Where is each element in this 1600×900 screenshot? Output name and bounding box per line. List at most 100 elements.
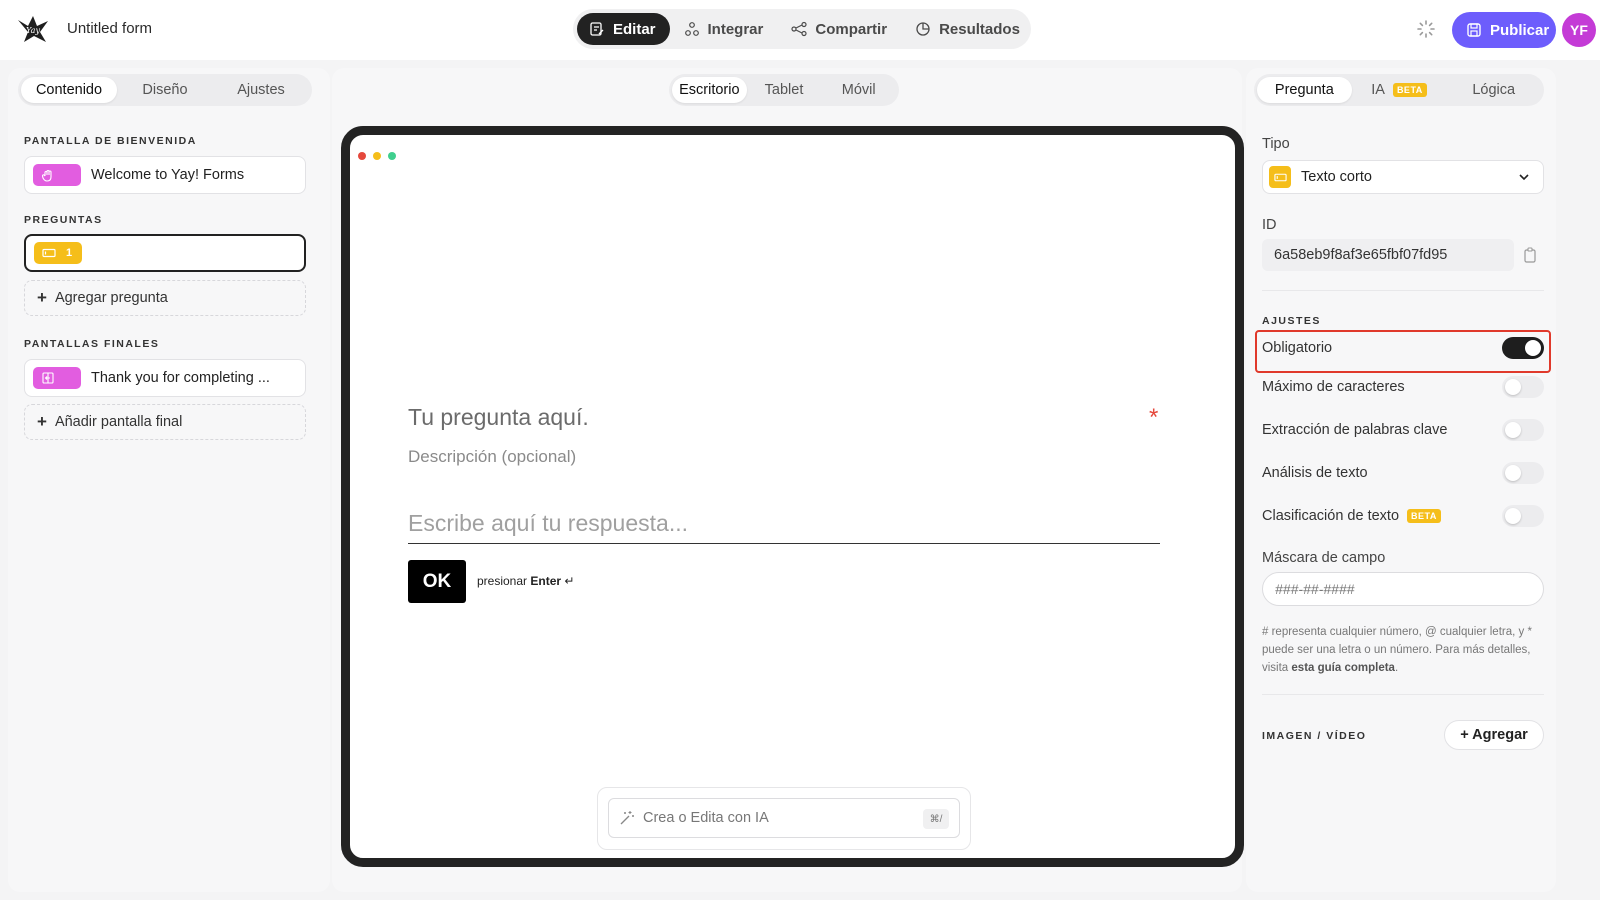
settings-section-label: AJUSTES (1262, 315, 1321, 327)
question-id-field[interactable]: 6a58eb9f8af3e65fbf07fd95 (1262, 239, 1514, 271)
media-section-label: IMAGEN / VÍDEO (1262, 730, 1367, 742)
field-mask-help: # representa cualquier número, @ cualqui… (1262, 623, 1544, 677)
enter-hint: presionar Enter ↵ (477, 574, 574, 588)
enter-return-icon: ↵ (564, 574, 575, 588)
tab-movil[interactable]: Móvil (821, 77, 896, 103)
save-icon (1467, 23, 1481, 37)
loading-spinner-icon (1417, 20, 1435, 38)
question-number: 1 (66, 247, 73, 259)
endings-section-label: PANTALLAS FINALES (24, 338, 160, 350)
ending-screen-item[interactable]: Thank you for completing ... (24, 359, 306, 397)
device-frame (341, 126, 1244, 867)
keywords-toggle[interactable] (1502, 419, 1544, 441)
tab-tablet[interactable]: Tablet (747, 77, 822, 103)
copy-icon[interactable] (1521, 246, 1539, 264)
toggle-row-keywords: Extracción de palabras clave (1262, 416, 1544, 444)
toggle-row-text-analysis: Análisis de texto (1262, 459, 1544, 487)
toggle-row-text-classification: Clasificación de texto BETA (1262, 502, 1544, 530)
help-text-end: . (1394, 662, 1399, 674)
welcome-item-label: Welcome to Yay! Forms (91, 167, 245, 183)
type-label: Tipo (1262, 136, 1290, 152)
ai-prompt-placeholder: Crea o Edita con IA (643, 810, 769, 826)
welcome-screen-item[interactable]: Welcome to Yay! Forms (24, 156, 306, 194)
left-panel-tabs: Contenido Diseño Ajustes (18, 74, 312, 106)
ai-prompt-input[interactable]: Crea o Edita con IA ⌘/ (608, 798, 960, 838)
mode-share-button[interactable]: Compartir (779, 13, 901, 45)
question-description[interactable]: Descripción (opcional) (408, 447, 576, 467)
question-type-select[interactable]: Texto corto (1262, 160, 1544, 194)
mode-integrate-button[interactable]: Integrar (672, 13, 778, 45)
yay-forms-logo[interactable]: Yay (16, 12, 50, 46)
short-text-icon (1269, 166, 1291, 188)
tab-ia-label: IA (1371, 82, 1385, 98)
right-panel-tabs: Pregunta IA BETA Lógica (1254, 74, 1544, 106)
question-title[interactable]: Tu pregunta aquí. (408, 404, 589, 431)
user-avatar[interactable]: YF (1562, 13, 1596, 47)
question-type-value: Texto corto (1301, 169, 1372, 185)
exit-door-icon (42, 372, 54, 384)
text-analysis-label: Análisis de texto (1262, 465, 1368, 481)
top-bar: Yay Untitled form Editar Integrar Compar… (0, 0, 1600, 60)
window-dot-red (358, 152, 366, 160)
results-icon (916, 22, 930, 36)
device-tabs: Escritorio Tablet Móvil (669, 74, 899, 106)
divider (1262, 290, 1544, 291)
toggle-row-max-chars: Máximo de caracteres (1262, 373, 1544, 401)
chevron-down-icon (1519, 174, 1529, 181)
mode-integrate-label: Integrar (707, 20, 764, 38)
magic-wand-icon (620, 811, 634, 825)
share-icon (791, 21, 807, 37)
tab-escritorio[interactable]: Escritorio (672, 77, 747, 103)
required-toggle[interactable] (1502, 337, 1544, 359)
ending-item-label: Thank you for completing ... (91, 370, 270, 386)
tab-contenido[interactable]: Contenido (21, 77, 117, 103)
tab-pregunta[interactable]: Pregunta (1257, 77, 1352, 103)
required-asterisk: * (1149, 404, 1159, 431)
mode-share-label: Compartir (815, 20, 888, 38)
plus-icon: + (37, 412, 47, 431)
tab-diseno[interactable]: Diseño (117, 77, 213, 103)
divider (1262, 694, 1544, 695)
add-media-button[interactable]: + Agregar (1444, 720, 1544, 750)
text-classification-toggle[interactable] (1502, 505, 1544, 527)
welcome-chip (33, 164, 81, 186)
answer-input[interactable]: Escribe aquí tu respuesta... (408, 506, 1160, 544)
question-item-1[interactable]: 1 (24, 234, 306, 272)
tab-ajustes[interactable]: Ajustes (213, 77, 309, 103)
add-ending-button[interactable]: + Añadir pantalla final (24, 404, 306, 440)
publish-button[interactable]: Publicar (1452, 12, 1556, 48)
text-analysis-toggle[interactable] (1502, 462, 1544, 484)
tab-ia[interactable]: IA BETA (1352, 77, 1447, 103)
help-guide-link[interactable]: esta guía completa (1291, 662, 1395, 674)
svg-text:Yay: Yay (26, 26, 40, 35)
form-title[interactable]: Untitled form (67, 20, 152, 37)
beta-badge: BETA (1392, 83, 1427, 97)
enter-hint-prefix: presionar (477, 574, 528, 588)
window-dot-green (388, 152, 396, 160)
max-chars-toggle[interactable] (1502, 376, 1544, 398)
tab-logica[interactable]: Lógica (1446, 77, 1541, 103)
id-label: ID (1262, 217, 1277, 233)
add-question-button[interactable]: + Agregar pregunta (24, 280, 306, 316)
welcome-section-label: PANTALLA DE BIENVENIDA (24, 135, 197, 147)
max-chars-label: Máximo de caracteres (1262, 379, 1405, 395)
mode-edit-button[interactable]: Editar (577, 13, 670, 45)
field-mask-label: Máscara de campo (1262, 550, 1386, 566)
ok-button[interactable]: OK (408, 560, 466, 603)
mode-results-button[interactable]: Resultados (903, 13, 1034, 45)
add-ending-label: Añadir pantalla final (54, 414, 183, 430)
short-text-icon (42, 248, 56, 258)
required-label: Obligatorio (1262, 340, 1333, 356)
hand-wave-icon (41, 169, 52, 182)
beta-badge: BETA (1407, 509, 1441, 523)
keywords-label: Extracción de palabras clave (1262, 422, 1448, 438)
text-classification-label: Clasificación de texto (1262, 508, 1400, 524)
field-mask-input[interactable]: ###-##-#### (1262, 572, 1544, 606)
question-chip: 1 (34, 242, 82, 264)
publish-label: Publicar (1490, 21, 1550, 39)
toggle-row-required: Obligatorio (1262, 334, 1544, 362)
edit-icon (590, 22, 604, 36)
enter-hint-key: Enter (530, 574, 562, 588)
mode-results-label: Resultados (939, 20, 1020, 38)
add-question-label: Agregar pregunta (54, 290, 168, 306)
